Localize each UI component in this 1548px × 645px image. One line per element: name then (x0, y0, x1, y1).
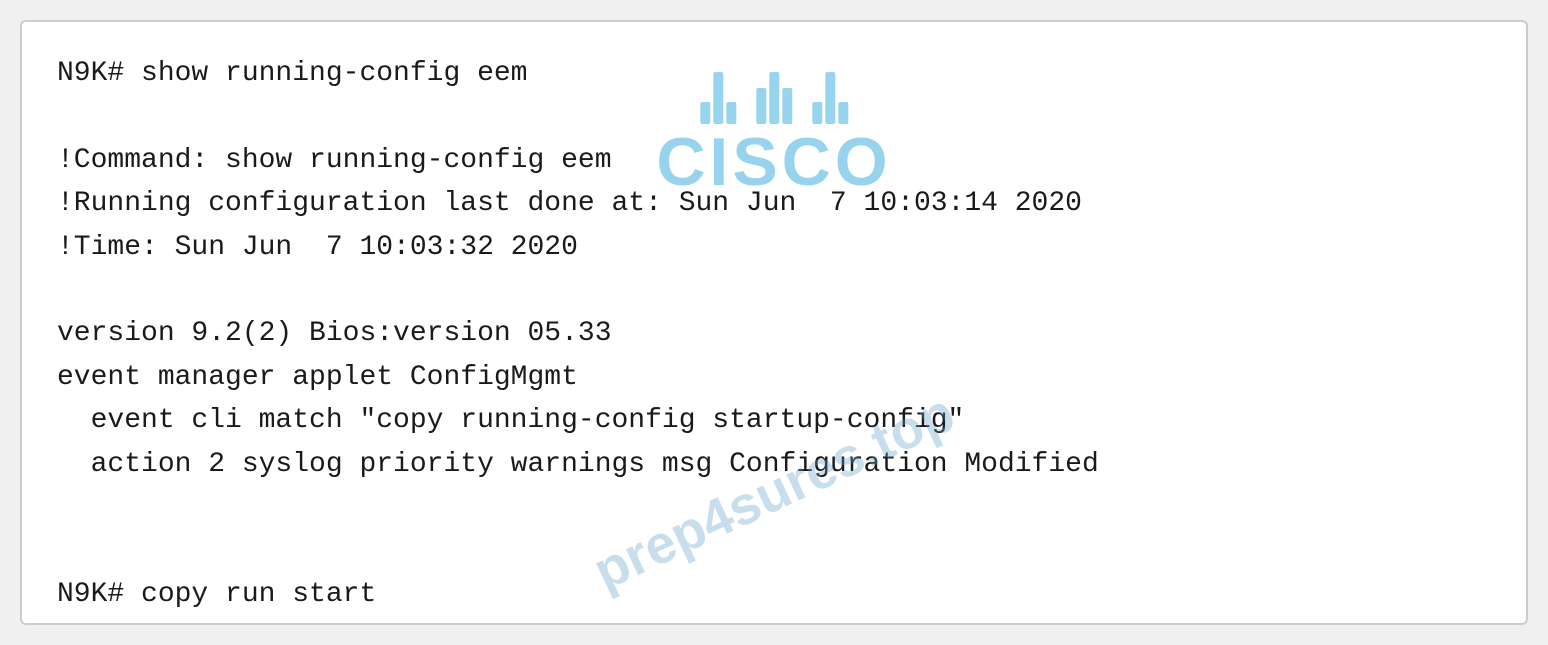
terminal-window: CISCO prep4sures.top N9K# show running-c… (20, 20, 1528, 625)
terminal-output: N9K# show running-config eem !Command: s… (57, 52, 1491, 625)
